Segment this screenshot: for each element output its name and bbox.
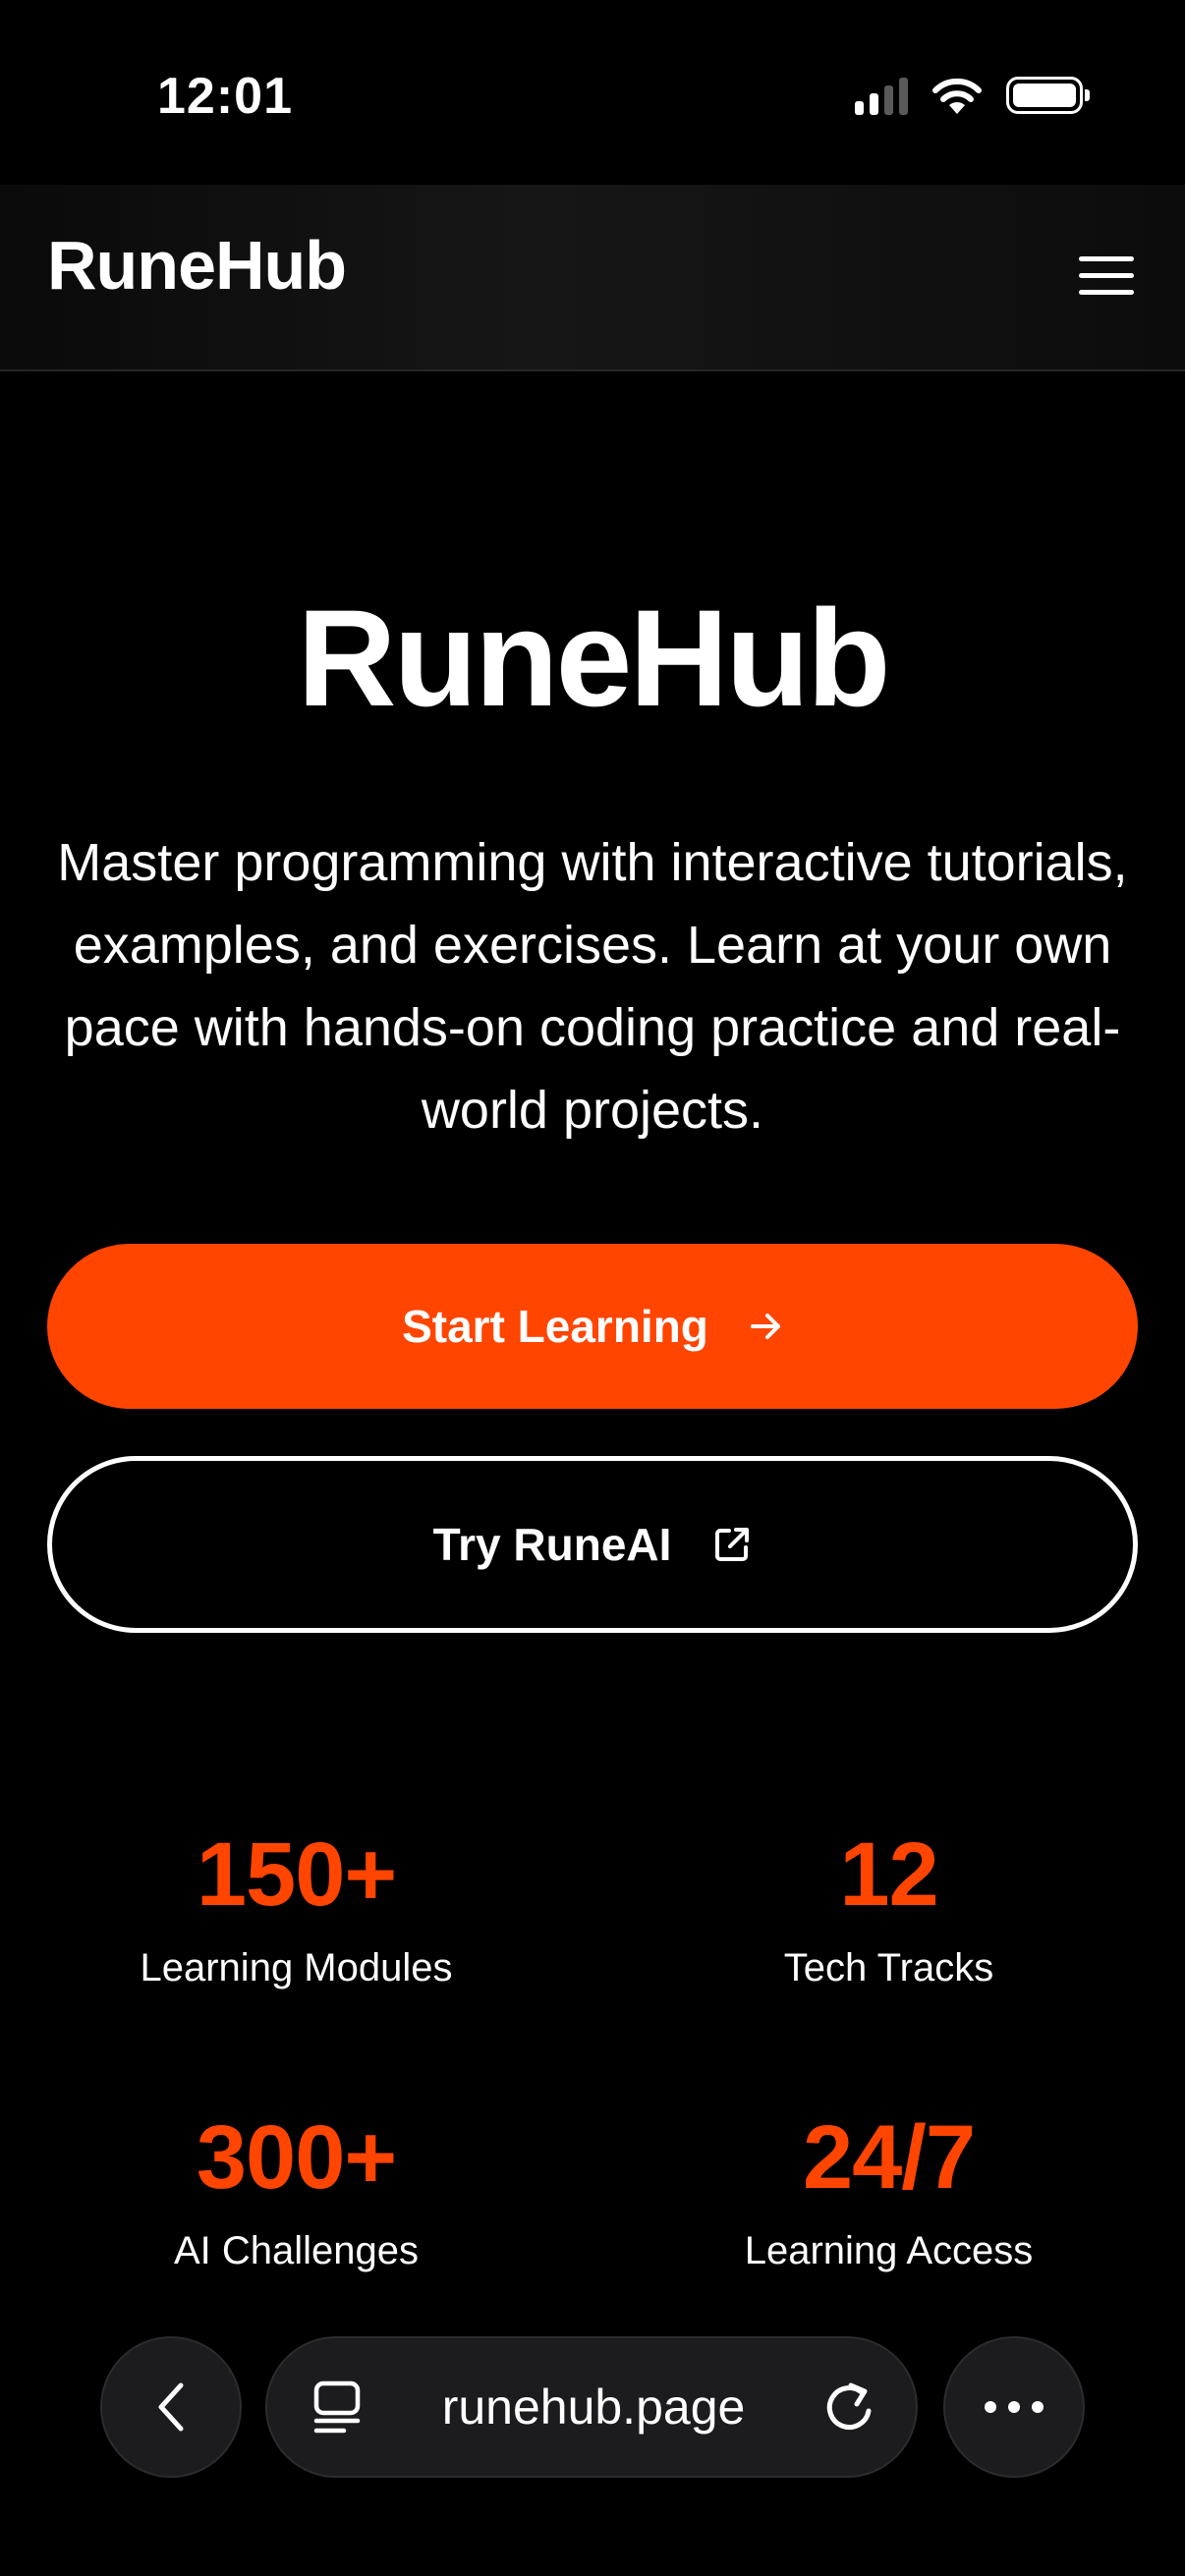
stat-value: 300+ (196, 2107, 397, 2208)
logo[interactable]: RuneHub (47, 226, 347, 305)
stat-value: 12 (839, 1824, 938, 1925)
more-icon (985, 2401, 1044, 2413)
site-header: RuneHub (0, 185, 1185, 371)
stat-label: Tech Tracks (783, 1946, 994, 1989)
try-runeai-button[interactable]: Try RuneAI (47, 1456, 1138, 1633)
address-bar[interactable]: runehub.page (265, 2336, 918, 2478)
battery-icon (1006, 77, 1090, 114)
hamburger-menu-icon[interactable] (1079, 246, 1138, 305)
back-button[interactable] (100, 2336, 242, 2478)
stat-label: Learning Access (744, 2229, 1034, 2272)
stat-learning-access: 24/7 Learning Access (592, 2108, 1185, 2275)
stat-ai-challenges: 300+ AI Challenges (0, 2108, 592, 2275)
status-time: 12:01 (157, 68, 293, 125)
reload-icon[interactable] (821, 2378, 876, 2436)
wifi-icon (932, 78, 982, 114)
status-icons (855, 71, 1090, 120)
status-bar: 12:01 (0, 0, 1185, 187)
browser-toolbar: runehub.page (0, 2319, 1185, 2495)
arrow-right-icon (750, 1312, 783, 1341)
try-runeai-label: Try RuneAI (432, 1519, 672, 1570)
stat-value: 150+ (196, 1824, 397, 1925)
hero-description: Master programming with interactive tuto… (57, 833, 1128, 1140)
stat-learning-modules: 150+ Learning Modules (0, 1825, 592, 1992)
stat-label: Learning Modules (140, 1946, 453, 1989)
chevron-left-icon (158, 2382, 184, 2432)
hero-title: RuneHub (297, 581, 890, 735)
external-link-icon (712, 1525, 752, 1564)
cellular-signal-icon (855, 76, 908, 115)
more-button[interactable] (943, 2336, 1085, 2478)
stat-value: 24/7 (802, 2107, 976, 2208)
stat-label: AI Challenges (173, 2229, 420, 2272)
start-learning-button[interactable]: Start Learning (47, 1244, 1138, 1409)
start-learning-label: Start Learning (402, 1301, 708, 1352)
stat-tech-tracks: 12 Tech Tracks (592, 1825, 1185, 1992)
